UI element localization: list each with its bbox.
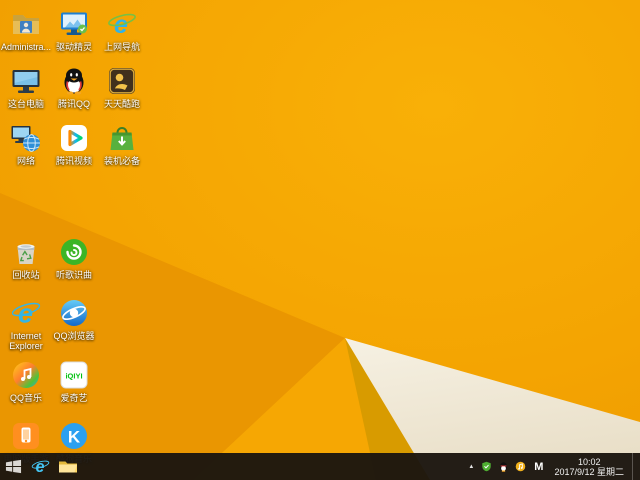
- tray-music-player-icon[interactable]: [514, 460, 527, 473]
- tiantian-kupao-icon: [106, 65, 138, 97]
- clock-time: 10:02: [577, 456, 601, 467]
- desktop-icon-label: 腾讯视频: [55, 156, 92, 166]
- kugou-music-icon: K: [58, 420, 90, 452]
- show-desktop-button[interactable]: [632, 453, 637, 480]
- windows-logo-icon: [5, 459, 22, 474]
- desktop: Administra... 这台电脑 网络 回收站 e Internet Exp…: [0, 0, 640, 480]
- desktop-icon-listen-song[interactable]: 听歌识曲: [48, 236, 100, 280]
- desktop-icon-qq-music[interactable]: QQ音乐: [0, 359, 52, 403]
- desktop-icon-label: Internet Explorer: [9, 331, 43, 351]
- desktop-icon-tencent-video[interactable]: 腾讯视频: [48, 122, 100, 166]
- listen-song-icon: [58, 236, 90, 268]
- this-pc-icon: [10, 65, 42, 97]
- tencent-video-icon: [58, 122, 90, 154]
- hidden-icons-chevron[interactable]: ▲: [466, 464, 476, 470]
- desktop-icon-label: QQ音乐: [9, 393, 42, 403]
- desktop-icon-label: 上网导航: [103, 42, 140, 52]
- desktop-icon-label: 回收站: [12, 270, 40, 280]
- desktop-icon-user-files[interactable]: Administra...: [0, 8, 52, 52]
- clock-date: 2017/9/12 星期二: [554, 466, 624, 477]
- qq-browser-icon: [58, 297, 90, 329]
- svg-text:e: e: [18, 299, 33, 329]
- svg-text:K: K: [68, 428, 81, 447]
- desktop-icon-internet-explorer[interactable]: e Internet Explorer: [0, 297, 52, 352]
- desktop-icon-web-nav[interactable]: e 上网导航: [96, 8, 148, 52]
- desktop-icon-driver-genius[interactable]: 驱动精灵: [48, 8, 100, 52]
- desktop-icon-label: 天天酷跑: [103, 99, 140, 109]
- taskbar-file-explorer-button[interactable]: [54, 453, 81, 480]
- desktop-icon-iqiyi[interactable]: iQIYI 爱奇艺: [48, 359, 100, 403]
- taskbar: e ▲ M 10:02 2017/9/12 星期二: [0, 453, 640, 480]
- svg-text:iQIYI: iQIYI: [65, 372, 82, 381]
- folder-icon: [58, 461, 77, 472]
- internet-explorer-icon: e: [10, 297, 42, 329]
- user-files-icon: [10, 8, 42, 40]
- driver-genius-icon: [58, 8, 90, 40]
- desktop-icon-tiantian-kupao[interactable]: 天天酷跑: [96, 65, 148, 109]
- qq-music-icon: [10, 359, 42, 391]
- desktop-icon-label: 装机必备: [103, 156, 140, 166]
- desktop-icon-recycle-bin[interactable]: 回收站: [0, 236, 52, 280]
- desktop-icon-qq-browser[interactable]: QQ浏览器: [48, 297, 100, 341]
- desktop-icon-label: Administra...: [0, 42, 51, 52]
- web-nav-icon: e: [106, 8, 138, 40]
- desktop-icon-zhuangji-bibei[interactable]: 装机必备: [96, 122, 148, 166]
- tray-qq-messenger-icon[interactable]: [497, 460, 510, 473]
- desktop-icon-label: QQ浏览器: [53, 331, 95, 341]
- taskbar-clock[interactable]: 10:02 2017/9/12 星期二: [550, 457, 628, 477]
- zhuangji-bibei-icon: [106, 122, 138, 154]
- desktop-icon-label: 这台电脑: [7, 99, 44, 109]
- desktop-icon-label: 听歌识曲: [55, 270, 92, 280]
- tencent-qq-icon: [58, 65, 90, 97]
- desktop-icon-this-pc[interactable]: 这台电脑: [0, 65, 52, 109]
- desktop-icon-label: 爱奇艺: [60, 393, 88, 403]
- tray-security-shield-icon[interactable]: [480, 460, 493, 473]
- recycle-bin-icon: [10, 236, 42, 268]
- internet-explorer-icon: e: [31, 458, 50, 476]
- desktop-icon-tencent-qq[interactable]: 腾讯QQ: [48, 65, 100, 109]
- taskbar-internet-explorer-button[interactable]: e: [27, 453, 54, 480]
- desktop-icon-network[interactable]: 网络: [0, 122, 52, 166]
- mobile-game-icon: [10, 420, 42, 452]
- ime-indicator[interactable]: M: [531, 461, 546, 473]
- desktop-icon-label: 网络: [16, 156, 35, 166]
- network-icon: [10, 122, 42, 154]
- iqiyi-icon: iQIYI: [58, 359, 90, 391]
- system-tray: ▲ M 10:02 2017/9/12 星期二: [466, 453, 640, 480]
- start-button[interactable]: [0, 453, 27, 480]
- desktop-icon-label: 驱动精灵: [55, 42, 92, 52]
- desktop-icon-label: 腾讯QQ: [57, 99, 90, 109]
